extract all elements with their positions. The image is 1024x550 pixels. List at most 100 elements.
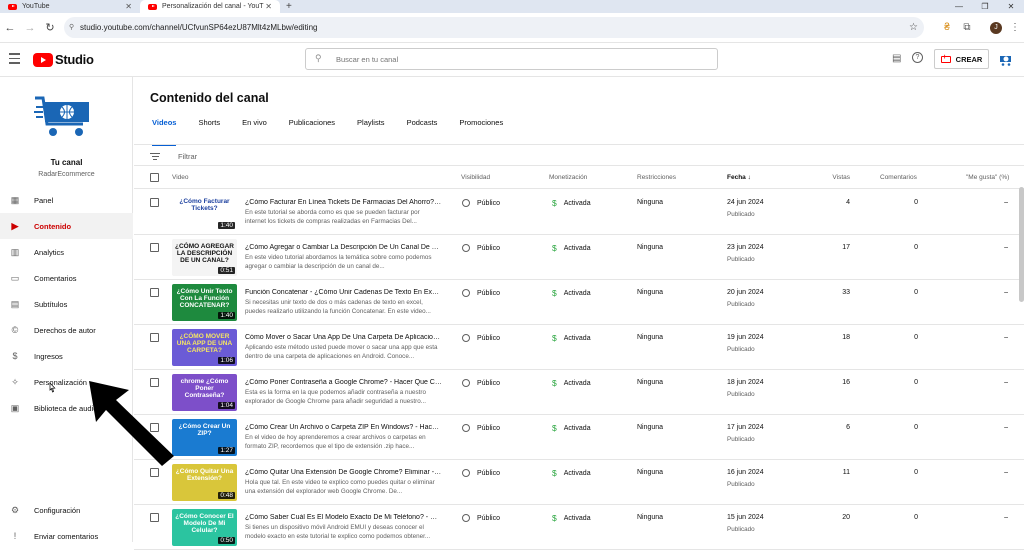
sidebar-item-content[interactable]: ▶ Contenido <box>0 213 133 239</box>
close-tab-icon[interactable]: ✕ <box>265 2 272 11</box>
video-thumbnail[interactable]: ¿Cómo Quitar Una Extensión? 0:48 <box>172 464 237 501</box>
tab-promotions[interactable]: Promociones <box>459 118 503 140</box>
table-row[interactable]: ¿CÓMO MOVER UNA APP DE UNA CARPETA? 1:06 C… <box>134 325 1024 370</box>
sidebar-item-comments[interactable]: ▭ Comentarios <box>0 265 133 291</box>
browser-profile-avatar[interactable]: J <box>990 22 1002 34</box>
video-title[interactable]: ¿Cómo Agregar o Cambiar La Descripción D… <box>245 244 442 251</box>
video-title[interactable]: ¿Cómo Saber Cuál Es El Modelo Exacto De … <box>245 514 442 521</box>
messages-icon[interactable]: ▤ <box>892 53 901 64</box>
column-header-comments[interactable]: Comentarios <box>880 174 917 181</box>
column-header-restrictions[interactable]: Restricciones <box>637 174 676 181</box>
video-title[interactable]: ¿Cómo Crear Un Archivo o Carpeta ZIP En … <box>245 424 442 431</box>
tab-live[interactable]: En vivo <box>242 118 267 140</box>
visibility-cell[interactable]: Público <box>462 469 500 477</box>
studio-logo[interactable]: Studio <box>33 52 94 67</box>
bookmark-star-icon[interactable]: ☆ <box>909 17 918 38</box>
video-title[interactable]: Cómo Mover o Sacar Una App De Una Carpet… <box>245 334 442 341</box>
help-icon[interactable]: ? <box>912 52 923 63</box>
tab-shorts[interactable]: Shorts <box>198 118 220 140</box>
new-tab-icon[interactable]: + <box>286 0 292 13</box>
sidebar-item-feedback[interactable]: ! Enviar comentarios <box>0 523 133 549</box>
row-checkbox[interactable] <box>150 333 159 342</box>
column-header-date[interactable]: Fecha ↓ <box>727 174 751 181</box>
video-title[interactable]: Función Concatenar - ¿Cómo Unir Cadenas … <box>245 289 442 296</box>
sidebar-item-subtitles[interactable]: ▤ Subtítulos <box>0 291 133 317</box>
tab-podcasts[interactable]: Podcasts <box>407 118 438 140</box>
channel-logo[interactable] <box>33 92 95 142</box>
video-thumbnail[interactable]: ¿Cómo Crear Un ZIP? 1:27 <box>172 419 237 456</box>
create-button[interactable]: CREAR <box>934 49 989 69</box>
reload-icon[interactable]: ↻ <box>40 21 60 34</box>
video-thumbnail[interactable]: ¿Cómo Unir Texto Con La Función CONCATEN… <box>172 284 237 321</box>
video-title[interactable]: ¿Cómo Quitar Una Extensión De Google Chr… <box>245 469 442 476</box>
search-input[interactable] <box>336 52 706 66</box>
channel-avatar[interactable] <box>998 51 1016 69</box>
sidebar-item-settings[interactable]: ⚙ Configuración <box>0 497 133 523</box>
row-checkbox[interactable] <box>150 288 159 297</box>
browser-tab-youtube[interactable]: YouTube ✕ <box>0 0 140 13</box>
minimize-icon[interactable]: — <box>946 0 972 13</box>
search-icon[interactable]: ⚲ <box>315 53 322 64</box>
video-thumbnail[interactable]: chrome ¿Cómo Poner Contraseña? 1:04 <box>172 374 237 411</box>
table-row[interactable]: ¿Cómo Conocer El Modelo De Mi Celular? 0:… <box>134 505 1024 550</box>
visibility-cell[interactable]: Público <box>462 334 500 342</box>
table-row[interactable]: ¿CÓMO AGREGAR LA DESCRIPCIÓN DE UN CANAL… <box>134 235 1024 280</box>
sidebar-item-copyright[interactable]: © Derechos de autor <box>0 317 133 343</box>
browser-tab-customization[interactable]: Personalización del canal - YouT ✕ <box>140 0 280 13</box>
visibility-cell[interactable]: Público <box>462 199 500 207</box>
table-row[interactable]: ¿Cómo Quitar Una Extensión? 0:48 ¿Cómo Qui… <box>134 460 1024 505</box>
table-row[interactable]: chrome ¿Cómo Poner Contraseña? 1:04 ¿Cómo … <box>134 370 1024 415</box>
search-box[interactable]: ⚲ <box>305 48 718 70</box>
column-header-visibility[interactable]: Visibilidad <box>461 174 490 181</box>
address-bar[interactable]: ⚲ studio.youtube.com/channel/UCfvunSP64e… <box>64 17 924 38</box>
row-checkbox[interactable] <box>150 468 159 477</box>
sidebar-item-earn[interactable]: $ Ingresos <box>0 343 133 369</box>
extension-icon[interactable]: ₴ <box>938 13 956 43</box>
table-row[interactable]: ¿Cómo Unir Texto Con La Función CONCATEN… <box>134 280 1024 325</box>
back-icon[interactable]: ← <box>0 22 20 34</box>
sidebar-item-analytics[interactable]: ▥ Analytics <box>0 239 133 265</box>
close-tab-icon[interactable]: ✕ <box>125 2 132 11</box>
monetization-cell[interactable]: $ Activada <box>552 378 591 388</box>
select-all-checkbox[interactable] <box>150 173 159 182</box>
monetization-cell[interactable]: $ Activada <box>552 423 591 433</box>
visibility-cell[interactable]: Público <box>462 424 500 432</box>
table-row[interactable]: ¿Cómo Facturar Tickets? 1:40 ¿Cómo Factura… <box>134 190 1024 235</box>
site-info-icon[interactable]: ⚲ <box>69 17 74 38</box>
video-thumbnail[interactable]: ¿CÓMO MOVER UNA APP DE UNA CARPETA? 1:06 <box>172 329 237 366</box>
table-row[interactable]: ¿Cómo Crear Un ZIP? 1:27 ¿Cómo Crear Un Ar… <box>134 415 1024 460</box>
column-header-monetization[interactable]: Monetización <box>549 174 587 181</box>
forward-icon[interactable]: → <box>20 22 40 34</box>
sidebar-item-dashboard[interactable]: ▦ Panel <box>0 187 133 213</box>
visibility-cell[interactable]: Público <box>462 379 500 387</box>
close-window-icon[interactable]: ✕ <box>998 0 1024 13</box>
video-thumbnail[interactable]: ¿Cómo Facturar Tickets? 1:40 <box>172 194 237 231</box>
maximize-icon[interactable]: ❐ <box>972 0 998 13</box>
tab-videos[interactable]: Videos <box>152 118 177 146</box>
column-header-likes[interactable]: "Me gusta" (%) <box>966 174 1009 181</box>
browser-menu-icon[interactable]: ⋮ <box>1006 13 1024 43</box>
extensions-puzzle-icon[interactable]: ⧉ <box>958 13 976 43</box>
monetization-cell[interactable]: $ Activada <box>552 243 591 253</box>
filter-icon[interactable] <box>150 151 160 162</box>
video-title[interactable]: ¿Cómo Poner Contraseña a Google Chrome? … <box>245 379 442 386</box>
monetization-cell[interactable]: $ Activada <box>552 468 591 478</box>
menu-icon[interactable] <box>9 53 20 64</box>
monetization-cell[interactable]: $ Activada <box>552 288 591 298</box>
row-checkbox[interactable] <box>150 513 159 522</box>
visibility-cell[interactable]: Público <box>462 244 500 252</box>
scrollbar[interactable] <box>1019 187 1024 302</box>
filter-bar[interactable]: Filtrar <box>150 148 197 164</box>
tab-posts[interactable]: Publicaciones <box>289 118 335 140</box>
video-thumbnail[interactable]: ¿Cómo Conocer El Modelo De Mi Celular? 0:… <box>172 509 237 546</box>
tab-playlists[interactable]: Playlists <box>357 118 385 140</box>
row-checkbox[interactable] <box>150 243 159 252</box>
visibility-cell[interactable]: Público <box>462 289 500 297</box>
video-title[interactable]: ¿Cómo Facturar En Línea Tickets De Farma… <box>245 199 442 206</box>
row-checkbox[interactable] <box>150 198 159 207</box>
monetization-cell[interactable]: $ Activada <box>552 198 591 208</box>
video-thumbnail[interactable]: ¿CÓMO AGREGAR LA DESCRIPCIÓN DE UN CANAL… <box>172 239 237 276</box>
monetization-cell[interactable]: $ Activada <box>552 333 591 343</box>
visibility-cell[interactable]: Público <box>462 514 500 522</box>
monetization-cell[interactable]: $ Activada <box>552 513 591 523</box>
